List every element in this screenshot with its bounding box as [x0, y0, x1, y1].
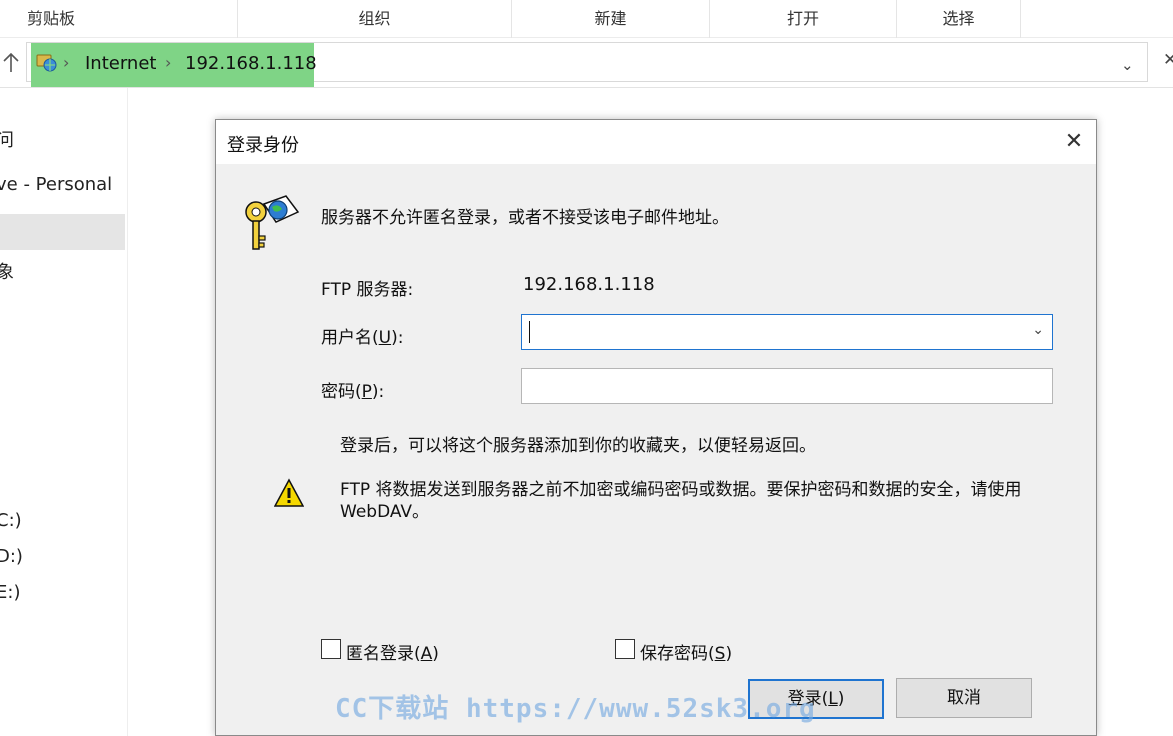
- favorites-note: 登录后，可以将这个服务器添加到你的收藏夹，以便轻易返回。: [340, 436, 816, 456]
- nav-item-onedrive[interactable]: ve - Personal: [0, 174, 112, 195]
- crumb-server[interactable]: 192.168.1.118: [185, 53, 317, 74]
- ribbon-group-new[interactable]: 新建: [512, 0, 710, 38]
- ribbon-group-select[interactable]: 选择: [897, 0, 1021, 38]
- nav-item-recent[interactable]: 问: [0, 126, 14, 152]
- close-icon[interactable]: ✕: [1060, 128, 1088, 156]
- nav-item-drive-c[interactable]: C:): [0, 510, 22, 531]
- nav-item-3d-objects[interactable]: 象: [0, 258, 14, 284]
- address-bar[interactable]: › Internet › 192.168.1.118 ⌄: [26, 42, 1148, 87]
- password-input[interactable]: [521, 368, 1053, 404]
- username-combobox[interactable]: ⌄: [521, 314, 1053, 350]
- ftp-security-warning: FTP 将数据发送到服务器之前不加密或编码密码或数据。要保护密码和数据的安全，请…: [340, 480, 1022, 522]
- watermark: CC下载站 https://www.52sk3.org: [335, 694, 816, 724]
- cancel-button[interactable]: 取消: [896, 678, 1032, 718]
- close-icon[interactable]: ✕: [1163, 50, 1173, 70]
- chevron-right-icon: ›: [63, 53, 70, 72]
- anonymous-login-checkbox[interactable]: [321, 639, 341, 659]
- chevron-down-icon[interactable]: ⌄: [1121, 56, 1134, 74]
- password-label: 密码(P):: [321, 382, 385, 402]
- username-label: 用户名(U):: [321, 328, 404, 348]
- up-arrow-icon[interactable]: [0, 51, 22, 75]
- text-caret: [529, 321, 530, 343]
- anonymous-login-label[interactable]: 匿名登录(A): [346, 639, 439, 664]
- key-globe-icon: [242, 192, 302, 256]
- ribbon-group-clipboard[interactable]: 剪贴板: [0, 0, 238, 38]
- nav-item-drive-d[interactable]: D:): [0, 546, 23, 567]
- chevron-right-icon: ›: [165, 53, 172, 72]
- nav-item-selected[interactable]: [0, 214, 125, 250]
- dialog-message: 服务器不允许匿名登录，或者不接受该电子邮件地址。: [321, 208, 729, 228]
- ribbon-group-organize[interactable]: 组织: [238, 0, 512, 38]
- ribbon: 剪贴板 组织 新建 打开 选择: [0, 0, 1173, 38]
- ftp-server-label: FTP 服务器:: [321, 280, 414, 300]
- navigation-pane: 问 ve - Personal 象 C:) D:) E:): [0, 88, 128, 736]
- dialog-title: 登录身份: [227, 135, 299, 156]
- save-password-label[interactable]: 保存密码(S): [640, 639, 732, 664]
- nav-item-drive-e[interactable]: E:): [0, 582, 20, 603]
- chevron-down-icon[interactable]: ⌄: [1032, 322, 1044, 338]
- dialog-titlebar[interactable]: 登录身份 ✕: [216, 120, 1096, 164]
- ftp-server-value: 192.168.1.118: [523, 274, 655, 295]
- crumb-internet[interactable]: Internet: [85, 53, 156, 74]
- save-password-checkbox[interactable]: [615, 639, 635, 659]
- warning-icon: [273, 478, 305, 508]
- address-row: › Internet › 192.168.1.118 ⌄ ✕: [0, 38, 1173, 88]
- network-location-icon: [35, 52, 57, 74]
- ribbon-group-open[interactable]: 打开: [710, 0, 897, 38]
- login-dialog: 登录身份 ✕ 服务器不允许匿名登录，或者不接受该电子邮件地址。 FTP 服务器:…: [215, 119, 1097, 736]
